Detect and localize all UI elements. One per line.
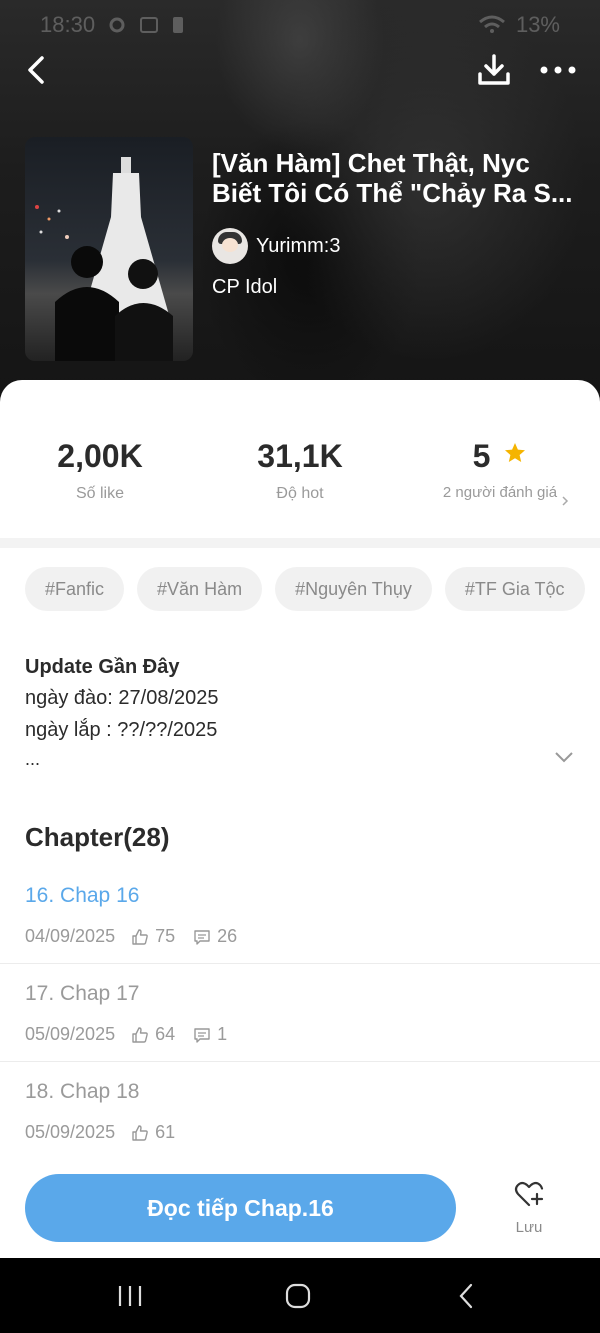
stat-hot-value: 31,1K: [257, 438, 343, 474]
detail-panel: 2,00K Số like 31,1K Độ hot 5 2 người đán…: [0, 380, 600, 1258]
save-button[interactable]: Lưu: [500, 1178, 558, 1236]
chapter-item[interactable]: 17. Chap 17 05/09/2025 64 1: [0, 964, 600, 1062]
chapter-meta: 04/09/2025 75 26: [25, 926, 255, 947]
tag-chip[interactable]: #Fanfic: [25, 567, 125, 611]
more-icon[interactable]: [536, 52, 580, 88]
stat-likes: 2,00K Số like: [0, 438, 200, 503]
bottom-action-bar: Đọc tiếp Chap.16 Lưu: [0, 1158, 600, 1258]
chapter-date: 05/09/2025: [25, 1024, 116, 1044]
chevron-down-icon[interactable]: [554, 750, 574, 764]
chapter-name: 18. Chap 18: [25, 1080, 140, 1103]
stat-likes-label: Số like: [75, 485, 125, 502]
chapter-date: 05/09/2025: [25, 1122, 116, 1142]
tag-list: #Fanfic #Văn Hàm #Nguyên Thụy #TF Gia Tộ…: [25, 567, 600, 611]
stat-rating-value: 5: [472, 438, 491, 474]
stat-rating-value-row: 5: [400, 438, 600, 475]
chapter-item[interactable]: 16. Chap 16 04/09/2025 75 26: [0, 866, 600, 964]
story-title-line-2: Biết Tôi Có Thể "Chảy Ra S...: [212, 178, 573, 208]
battery-saver-icon: [173, 17, 184, 33]
continue-reading-button[interactable]: Đọc tiếp Chap.16: [25, 1174, 456, 1242]
update-line: ngày lắp : ??/??/2025: [25, 719, 218, 741]
chapter-likes: 64: [155, 1024, 176, 1044]
tag-chip[interactable]: #Văn Hàm: [137, 567, 263, 611]
stat-hot: 31,1K Độ hot: [200, 438, 400, 503]
gear-icon: [109, 17, 125, 33]
avatar[interactable]: [212, 228, 248, 264]
like-icon: [132, 1026, 148, 1043]
story-category[interactable]: CP Idol: [212, 276, 277, 299]
stats-row: 2,00K Số like 31,1K Độ hot 5 2 người đán…: [0, 380, 600, 540]
update-notes: Update Gần Đây ngày đào: 27/08/2025 ngày…: [25, 652, 575, 772]
system-navigation-bar: [0, 1258, 600, 1333]
recent-apps-icon[interactable]: [116, 1284, 144, 1308]
save-label: Lưu: [515, 1219, 543, 1236]
tag-chip[interactable]: #Nguyên Thụy: [275, 567, 432, 611]
chevron-right-icon[interactable]: [560, 496, 570, 506]
stat-likes-value: 2,00K: [57, 438, 143, 474]
comment-icon: [194, 1027, 210, 1043]
section-divider: [0, 538, 600, 548]
chapter-name: 17. Chap 17: [25, 982, 140, 1005]
download-icon[interactable]: [474, 50, 514, 90]
wifi-icon: [478, 15, 505, 33]
star-icon: [505, 443, 526, 462]
chapter-likes: 61: [155, 1122, 176, 1142]
tag-chip[interactable]: #TF Gia Tộc: [444, 567, 585, 611]
chapter-comments: 26: [217, 926, 238, 946]
home-icon[interactable]: [284, 1282, 312, 1310]
status-bar: 18:30 13%: [40, 10, 560, 40]
stat-rating-label: 2 người đánh giá: [442, 484, 558, 501]
battery-percent: 13%: [515, 12, 560, 37]
like-icon: [132, 928, 148, 945]
gallery-icon: [140, 17, 159, 33]
system-back-icon[interactable]: [456, 1282, 476, 1310]
update-line: ...: [25, 749, 41, 769]
chapter-comments: 1: [217, 1024, 228, 1044]
author-name[interactable]: Yurimm:3: [256, 235, 340, 258]
status-time: 18:30: [40, 12, 96, 37]
chapter-name: 16. Chap 16: [25, 884, 140, 907]
story-title-line-1: [Văn Hàm] Chet Thật, Nyc: [212, 148, 530, 178]
stat-hot-label: Độ hot: [276, 485, 324, 502]
story-cover: [25, 137, 193, 361]
author[interactable]: Yurimm:3: [212, 228, 340, 264]
couple-silhouette: [55, 246, 173, 361]
chapter-meta: 05/09/2025 61: [25, 1122, 193, 1143]
update-line: ngày đào: 27/08/2025: [25, 687, 219, 709]
stat-rating-label-wrap[interactable]: 2 người đánh giá: [400, 483, 600, 506]
back-icon[interactable]: [20, 52, 56, 88]
stat-rating[interactable]: 5 2 người đánh giá: [400, 438, 600, 506]
story-title: [Văn Hàm] Chet Thật, Nyc Biết Tôi Có Thể…: [212, 148, 582, 208]
chapter-meta: 05/09/2025 64 1: [25, 1024, 245, 1045]
comment-icon: [194, 929, 210, 945]
update-heading: Update Gần Đây: [25, 656, 180, 678]
chapter-likes: 75: [155, 926, 176, 946]
chapter-date: 04/09/2025: [25, 926, 116, 946]
chapter-item[interactable]: 18. Chap 18 05/09/2025 61: [0, 1062, 600, 1160]
chapters-heading: Chapter(28): [25, 822, 170, 852]
like-icon: [132, 1124, 148, 1141]
heart-plus-icon: [514, 1181, 544, 1207]
